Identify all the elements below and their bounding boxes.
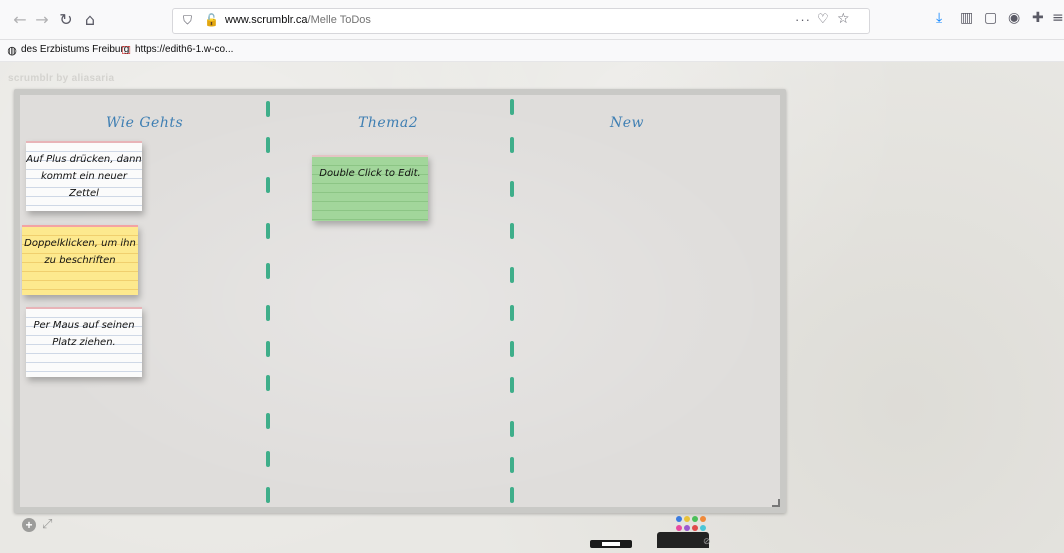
scrum-board[interactable]: Wie Gehts Thema2 New Auf Plus drücken, d… bbox=[20, 95, 780, 507]
bookmark-site-icon: ☐ bbox=[121, 44, 131, 57]
menu-icon[interactable]: ≡ bbox=[1052, 10, 1064, 26]
home-icon[interactable]: ⌂ bbox=[80, 10, 100, 30]
sidebar-icon[interactable]: ▢ bbox=[984, 10, 997, 26]
url-text[interactable]: www.scrumblr.ca/Melle ToDos bbox=[225, 14, 371, 26]
brand-logo[interactable]: scrumblr by aliasaria bbox=[8, 73, 114, 84]
column-title-thema2[interactable]: Thema2 bbox=[358, 115, 418, 131]
board-resize-handle[interactable] bbox=[772, 499, 780, 507]
palette-swatch[interactable] bbox=[700, 525, 706, 531]
bookmark-label: des Erzbistums Freiburg bbox=[21, 44, 130, 55]
palette-swatch[interactable] bbox=[676, 525, 682, 531]
globe-icon: ◍ bbox=[7, 44, 17, 57]
bookmark-item[interactable]: ◍ des Erzbistums Freiburg bbox=[6, 44, 129, 57]
column-divider[interactable] bbox=[266, 95, 272, 507]
palette-swatch[interactable] bbox=[692, 516, 698, 522]
sticky-note-text: Double Click to Edit. bbox=[319, 168, 421, 179]
sticky-note-text: Auf Plus drücken, dann kommt ein neuer Z… bbox=[26, 154, 142, 199]
sticky-note[interactable]: Per Maus auf seinen Platz ziehen. bbox=[26, 307, 142, 377]
sticky-note[interactable]: Auf Plus drücken, dann kommt ein neuer Z… bbox=[26, 141, 142, 211]
marker-item[interactable] bbox=[590, 540, 632, 548]
color-palette: ⊘ bbox=[676, 516, 716, 547]
back-arrow-icon[interactable]: ← bbox=[10, 10, 30, 30]
sticky-note-text: Doppelklicken, um ihn zu beschriften bbox=[24, 238, 136, 266]
account-icon[interactable]: ◉ bbox=[1008, 10, 1020, 26]
palette-swatch[interactable] bbox=[684, 525, 690, 531]
extensions-icon[interactable]: ✚ bbox=[1032, 10, 1044, 26]
library-icon[interactable]: ▥ bbox=[960, 10, 973, 26]
browser-toolbar: ← → ↻ ⌂ ⛉ 🔓 www.scrumblr.ca/Melle ToDos … bbox=[0, 0, 1064, 40]
bookmark-star-icon[interactable]: ☆ bbox=[837, 11, 850, 27]
download-icon[interactable]: ⤓ bbox=[936, 10, 942, 26]
expand-icon[interactable]: ⤢ bbox=[42, 517, 52, 532]
url-host: www.scrumblr.ca bbox=[225, 14, 308, 26]
sticky-note[interactable]: Double Click to Edit. bbox=[312, 155, 428, 221]
palette-swatch[interactable] bbox=[684, 516, 690, 522]
bookmarks-bar: ◍ des Erzbistums Freiburg ☐ https://edith6… bbox=[0, 40, 1064, 62]
no-color-icon[interactable]: ⊘ bbox=[703, 537, 711, 547]
tracking-shield-icon[interactable]: ⛉ bbox=[183, 13, 192, 28]
bookmark-label: https://edith6-1.w-co... bbox=[135, 44, 234, 55]
column-title-wie-gehts[interactable]: Wie Gehts bbox=[106, 115, 183, 131]
sticky-note-text: Per Maus auf seinen Platz ziehen. bbox=[33, 320, 135, 348]
reload-icon[interactable]: ↻ bbox=[56, 10, 76, 30]
palette-swatch[interactable] bbox=[676, 516, 682, 522]
url-bar[interactable]: ⛉ 🔓 www.scrumblr.ca/Melle ToDos ··· ♡ ☆ bbox=[172, 8, 870, 34]
pocket-icon[interactable]: ♡ bbox=[817, 12, 829, 27]
palette-swatch[interactable] bbox=[700, 516, 706, 522]
palette-swatch[interactable] bbox=[692, 525, 698, 531]
column-divider[interactable] bbox=[510, 95, 516, 507]
page-actions-icon[interactable]: ··· bbox=[795, 12, 811, 27]
page-content: scrumblr by aliasaria Wie Gehts Thema2 N… bbox=[0, 62, 1064, 553]
url-path: /Melle ToDos bbox=[307, 14, 371, 26]
column-title-new[interactable]: New bbox=[610, 115, 644, 131]
insecure-lock-icon[interactable]: 🔓 bbox=[204, 13, 219, 27]
forward-arrow-icon[interactable]: → bbox=[32, 10, 52, 30]
sticky-note[interactable]: Doppelklicken, um ihn zu beschriften bbox=[22, 225, 138, 295]
bookmark-item[interactable]: ☐ https://edith6-1.w-co... bbox=[120, 44, 233, 57]
add-sticky-button[interactable]: + bbox=[22, 518, 36, 532]
